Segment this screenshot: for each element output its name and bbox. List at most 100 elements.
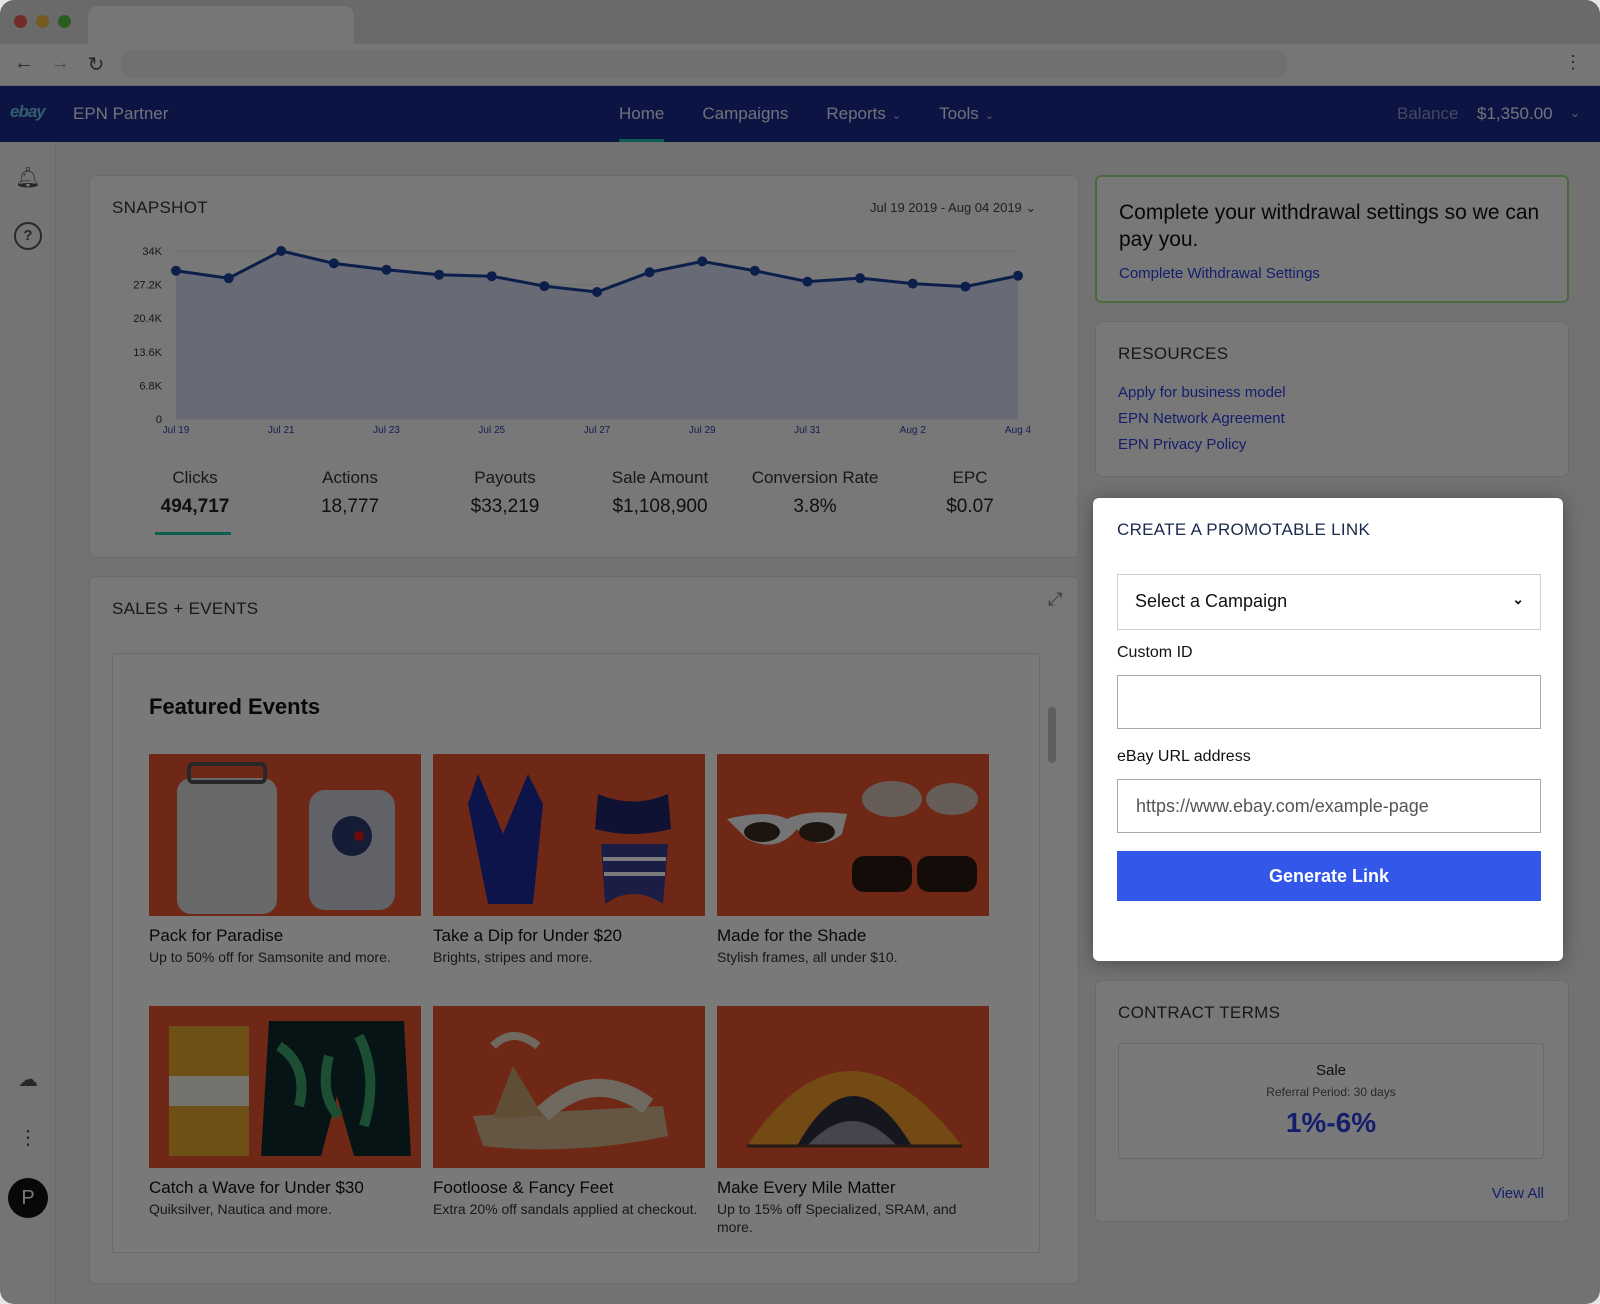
metric-clicks[interactable]: Clicks 494,717 [120, 468, 270, 518]
resources-card: RESOURCES Apply for business model EPN N… [1095, 321, 1569, 477]
url-field[interactable] [120, 50, 1288, 78]
metric-value: 18,777 [320, 496, 380, 517]
metric-sale-amount[interactable]: Sale Amount $1,108,900 [585, 468, 735, 518]
x-tick-label: Jul 23 [373, 425, 400, 436]
metric-actions[interactable]: Actions 18,777 [275, 468, 425, 518]
y-tick-label: 34K [142, 246, 162, 258]
custom-id-input[interactable] [1117, 675, 1541, 729]
event-title: Catch a Wave for Under $30 [149, 1178, 364, 1197]
data-point [171, 265, 181, 276]
data-point [697, 256, 708, 267]
data-point [907, 278, 918, 289]
metric-value: $1,108,900 [612, 496, 708, 517]
nav-links: Home Campaigns Reports ⌄ Tools ⌄ [600, 86, 1013, 142]
event-tile[interactable]: Footloose & Fancy Feet Extra 20% off san… [433, 1006, 705, 1218]
y-tick-label: 0 [156, 414, 162, 426]
nav-home[interactable]: Home [600, 86, 683, 142]
events-scrollbar[interactable] [1048, 707, 1056, 763]
view-all-link[interactable]: View All [1492, 1185, 1544, 1202]
data-point [486, 271, 497, 282]
network-agreement-link[interactable]: EPN Network Agreement [1118, 410, 1285, 427]
contract-terms-title: CONTRACT TERMS [1118, 1003, 1281, 1022]
metric-label: Sale Amount [611, 468, 709, 487]
chevron-down-icon[interactable]: ⌄ [1570, 106, 1580, 120]
campaign-select[interactable]: Select a Campaign ⌄ [1117, 574, 1541, 630]
contract-terms-card: CONTRACT TERMS Sale Referral Period: 30 … [1095, 980, 1569, 1222]
metric-value: 3.8% [793, 496, 837, 517]
data-point [539, 281, 550, 292]
y-tick-label: 27.2K [133, 280, 162, 292]
privacy-policy-link[interactable]: EPN Privacy Policy [1118, 436, 1246, 453]
minimize-window-button[interactable] [36, 15, 49, 28]
nav-tools[interactable]: Tools ⌄ [920, 86, 1013, 142]
browser-menu-icon[interactable]: ⋮ [1564, 52, 1582, 73]
arrow-left-icon[interactable]: ← [12, 52, 36, 75]
metric-value: $33,219 [470, 496, 540, 517]
apply-business-model-link[interactable]: Apply for business model [1118, 384, 1286, 401]
snapshot-card: SNAPSHOT Jul 19 2019 - Aug 04 2019 ⌄ 0 6.… [89, 175, 1079, 558]
nav-reports[interactable]: Reports ⌄ [807, 86, 920, 142]
referral-period: Referral Period: 30 days [1266, 1085, 1396, 1099]
cloud-icon[interactable]: ☁︎ [14, 1066, 42, 1094]
event-tile[interactable]: Pack for Paradise Up to 50% off for Sams… [149, 754, 421, 966]
browser-tab[interactable] [88, 6, 354, 44]
top-navigation: ebay EPN Partner Home Campaigns Reports ⌄… [0, 86, 1600, 142]
reload-icon[interactable]: ↻ [84, 52, 108, 77]
data-point [276, 246, 287, 256]
event-tile[interactable]: Take a Dip for Under $20 Brights, stripe… [433, 754, 705, 966]
close-window-button[interactable] [14, 15, 27, 28]
complete-withdrawal-link[interactable]: Complete Withdrawal Settings [1119, 265, 1320, 282]
balance-value[interactable]: $1,350.00 [1477, 104, 1553, 124]
sales-events-title: SALES + EVENTS [112, 599, 259, 618]
maximize-window-button[interactable] [58, 15, 71, 28]
x-tick-label: Jul 19 [163, 425, 190, 436]
bell-icon[interactable]: 🔔︎ [14, 164, 42, 192]
snapshot-chart: 0 6.8K 13.6K 20.4K 27.2K 34K Jul 19 Jul 21 Jul 2… [133, 246, 1032, 436]
metric-conversion-rate[interactable]: Conversion Rate 3.8% [740, 468, 890, 518]
event-description: Quiksilver, Nautica and more. [149, 1201, 332, 1217]
campaign-select-value: Select a Campaign [1135, 591, 1288, 611]
boardshorts-image [149, 1006, 421, 1168]
ebay-url-input[interactable] [1117, 779, 1541, 833]
date-range-label: Jul 19 2019 - Aug 04 2019 [870, 200, 1022, 215]
address-bar: ← → ↻ ⋮ [0, 44, 1600, 86]
data-point [749, 265, 760, 276]
contract-type: Sale [1315, 1062, 1347, 1079]
x-tick-label: Aug 2 [900, 425, 927, 436]
event-tile[interactable]: Make Every Mile Matter Up to 15% off Spe… [717, 1006, 989, 1236]
data-point [434, 269, 445, 280]
featured-events-panel: Featured Events Pack for Paradise Up to … [112, 653, 1040, 1253]
nav-campaigns[interactable]: Campaigns [683, 86, 807, 142]
metric-payouts[interactable]: Payouts $33,219 [430, 468, 580, 518]
date-range-picker[interactable]: Jul 19 2019 - Aug 04 2019 ⌄ [870, 200, 1036, 216]
data-point [381, 264, 392, 275]
nav-tools-label: Tools [939, 104, 979, 123]
featured-events-title: Featured Events [149, 694, 321, 719]
x-tick-label: Aug 4 [1005, 425, 1032, 436]
expand-icon[interactable]: ⤢ [1048, 589, 1062, 610]
generate-link-button[interactable]: Generate Link [1117, 851, 1541, 901]
create-link-dialog: CREATE A PROMOTABLE LINK Select a Campai… [1093, 498, 1563, 961]
more-vertical-icon[interactable]: ⋮ [14, 1124, 42, 1152]
data-point [802, 276, 813, 287]
tent-image [717, 1006, 989, 1168]
metric-label: Actions [322, 468, 378, 487]
event-tile[interactable]: Catch a Wave for Under $30 Quiksilver, N… [149, 1006, 421, 1218]
help-icon[interactable]: ? [14, 222, 42, 250]
metric-epc[interactable]: EPC $0.07 [895, 468, 1045, 518]
data-point [328, 258, 339, 269]
event-title: Take a Dip for Under $20 [433, 926, 622, 945]
arrow-right-icon[interactable]: → [48, 52, 72, 75]
luggage-image [149, 754, 421, 916]
metric-value: 494,717 [160, 496, 230, 517]
ebay-logo[interactable]: ebay [10, 102, 46, 122]
metrics-row: Clicks 494,717 Actions 18,777 Payouts $3… [120, 468, 1050, 538]
avatar[interactable]: P [8, 1178, 48, 1218]
event-tile[interactable]: Made for the Shade Stylish frames, all u… [717, 754, 989, 966]
x-tick-label: Jul 29 [689, 425, 716, 436]
event-description: Up to 15% off Specialized, SRAM, and mor… [717, 1201, 957, 1235]
brand-name: EPN Partner [73, 104, 169, 123]
chevron-down-icon: ⌄ [1025, 200, 1037, 215]
data-point [855, 273, 866, 284]
event-description: Extra 20% off sandals applied at checkou… [433, 1201, 698, 1217]
